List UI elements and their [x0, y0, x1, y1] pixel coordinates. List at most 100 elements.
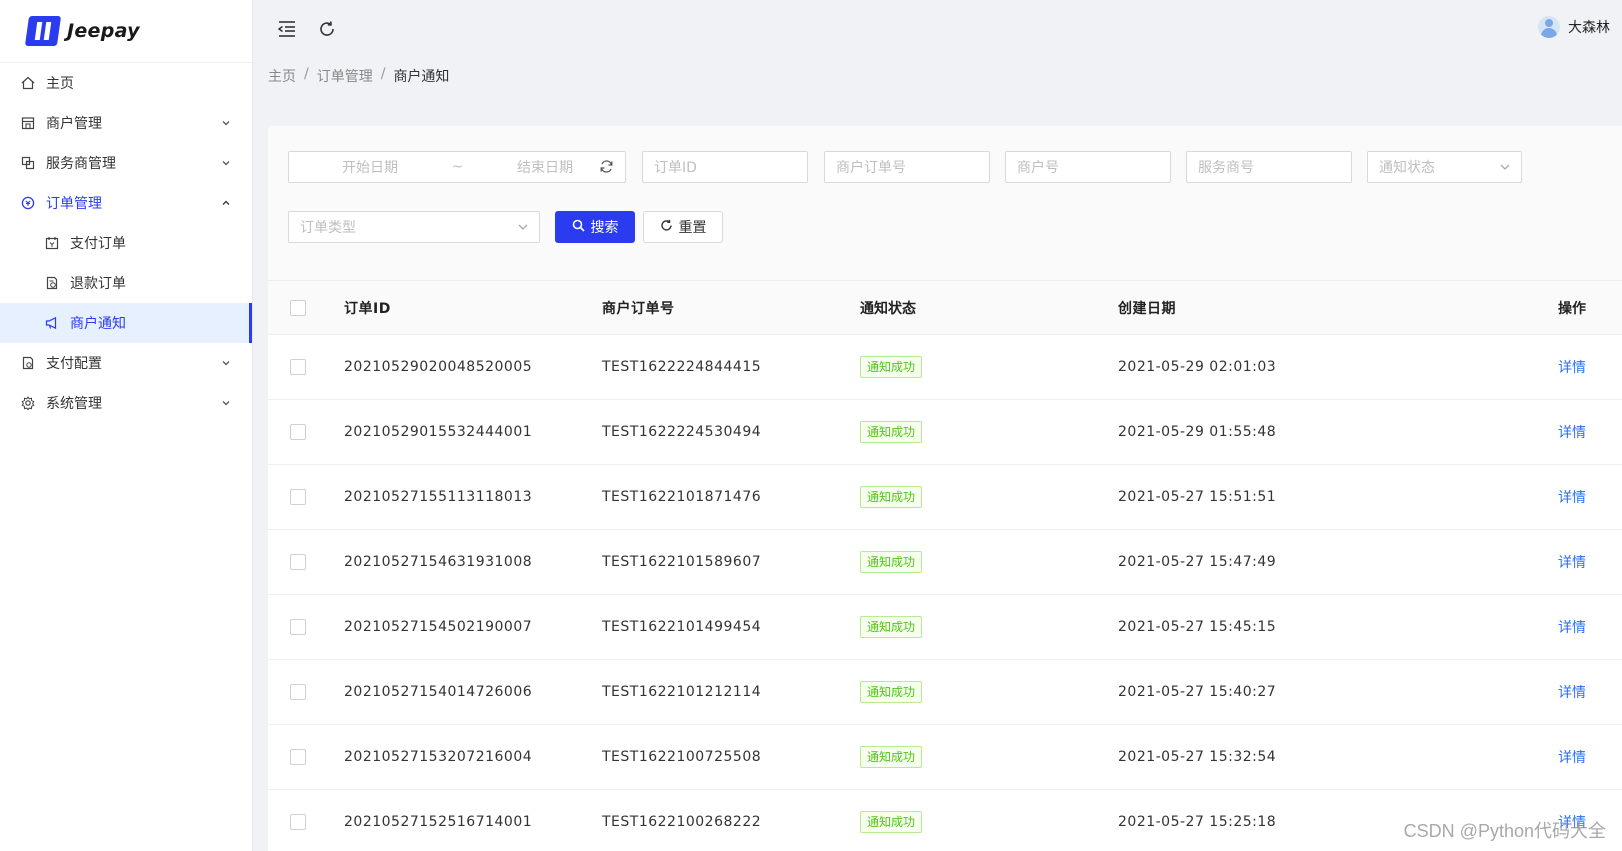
action-cell: 详情: [1518, 422, 1622, 442]
mch-no-placeholder: 商户号: [1017, 160, 1059, 176]
isv-no-input[interactable]: 服务商号: [1186, 151, 1352, 183]
jeepay-logo-icon: [24, 16, 62, 46]
table-body: 20210529020048520005 TEST1622224844415 通知成…: [268, 335, 1622, 851]
row-checkbox-cell: [268, 489, 344, 505]
detail-link[interactable]: 详情: [1558, 425, 1586, 441]
sidebar-item-label: 系统管理: [46, 396, 102, 412]
sidebar-item-isv[interactable]: 服务商管理: [0, 143, 252, 183]
date-range-picker[interactable]: 开始日期 ~ 结束日期: [288, 151, 626, 183]
action-cell: 详情: [1518, 682, 1622, 702]
column-header-order-id: 订单ID: [344, 300, 391, 317]
home-icon: [20, 75, 36, 91]
row-checkbox-cell: [268, 749, 344, 765]
detail-link[interactable]: 详情: [1558, 750, 1586, 766]
search-icon: [572, 219, 585, 236]
gear-icon: [20, 395, 36, 411]
sidebar-item-label: 订单管理: [46, 196, 102, 212]
notify-state-select[interactable]: 通知状态: [1367, 151, 1522, 183]
status-badge: 通知成功: [860, 551, 923, 573]
refresh-icon[interactable]: [315, 17, 339, 41]
created-date-cell: 2021-05-27 15:32:54: [1118, 749, 1277, 765]
action-cell: 详情: [1518, 357, 1622, 377]
sidebar-item-refund-order[interactable]: 退款订单: [0, 263, 252, 303]
breadcrumb-order[interactable]: 订单管理: [317, 66, 373, 86]
column-header-mch-order-no: 商户订单号: [602, 300, 675, 317]
reset-button[interactable]: 重置: [643, 211, 723, 243]
sidebar-item-mch-notify[interactable]: 商户通知: [0, 303, 252, 343]
notify-table: 订单ID 商户订单号 通知状态 创建日期 操作 2021052902004852…: [268, 281, 1622, 851]
status-badge: 通知成功: [860, 681, 923, 703]
config-icon: [20, 355, 36, 371]
row-checkbox[interactable]: [290, 489, 306, 505]
sidebar-item-label: 主页: [46, 76, 74, 92]
detail-link[interactable]: 详情: [1558, 360, 1586, 376]
order-type-select[interactable]: 订单类型: [288, 211, 540, 243]
sidebar-item-merchant[interactable]: 商户管理: [0, 103, 252, 143]
status-cell: 通知成功: [860, 356, 1118, 378]
sidebar-item-label: 商户通知: [70, 316, 126, 332]
chevron-down-icon: [220, 117, 232, 129]
end-date-input[interactable]: 结束日期: [517, 157, 573, 177]
created-date-cell: 2021-05-29 02:01:03: [1118, 359, 1277, 375]
sidebar: Jeepay 主页 商户管理 服务商管理 订单管理 支付订单 退款订单 商户通知…: [0, 0, 253, 851]
row-checkbox-cell: [268, 619, 344, 635]
breadcrumb-separator: /: [380, 66, 386, 82]
sync-icon[interactable]: [599, 159, 614, 178]
chevron-down-icon: [1499, 161, 1511, 177]
row-checkbox[interactable]: [290, 814, 306, 830]
sidebar-item-system[interactable]: 系统管理: [0, 383, 252, 423]
sidebar-item-pay-config[interactable]: 支付配置: [0, 343, 252, 383]
mch-order-no-input[interactable]: 商户订单号: [824, 151, 990, 183]
reload-icon: [660, 219, 673, 236]
mch-order-no-placeholder: 商户订单号: [836, 160, 906, 176]
created-date-cell: 2021-05-27 15:45:15: [1118, 619, 1277, 635]
sidebar-item-label: 支付配置: [46, 356, 102, 372]
status-cell: 通知成功: [860, 681, 1118, 703]
sidebar-item-order[interactable]: 订单管理: [0, 183, 252, 223]
row-checkbox-cell: [268, 424, 344, 440]
status-badge: 通知成功: [860, 616, 923, 638]
sidebar-item-pay-order[interactable]: 支付订单: [0, 223, 252, 263]
mch-order-no-cell: TEST1622100268222: [602, 814, 762, 830]
menu-fold-icon[interactable]: [275, 17, 299, 41]
order-id-input[interactable]: 订单ID: [642, 151, 808, 183]
top-header: 大森林: [253, 0, 1622, 58]
start-date-input[interactable]: 开始日期: [342, 157, 398, 177]
breadcrumb-home[interactable]: 主页: [268, 66, 296, 86]
table-row: 20210527153207216004 TEST1622100725508 通知成…: [268, 725, 1622, 790]
row-checkbox[interactable]: [290, 424, 306, 440]
row-checkbox[interactable]: [290, 359, 306, 375]
chevron-down-icon: [220, 357, 232, 369]
logo[interactable]: Jeepay: [0, 0, 252, 63]
row-checkbox[interactable]: [290, 749, 306, 765]
sidebar-item-home[interactable]: 主页: [0, 63, 252, 103]
table-row: 20210529015532444001 TEST1622224530494 通知成…: [268, 400, 1622, 465]
search-button[interactable]: 搜索: [555, 211, 635, 243]
action-cell: 详情: [1518, 617, 1622, 637]
row-checkbox[interactable]: [290, 684, 306, 700]
row-checkbox[interactable]: [290, 619, 306, 635]
detail-link[interactable]: 详情: [1558, 685, 1586, 701]
detail-link[interactable]: 详情: [1558, 620, 1586, 636]
column-header-status: 通知状态: [860, 300, 916, 317]
detail-link[interactable]: 详情: [1558, 490, 1586, 506]
created-date-cell: 2021-05-27 15:51:51: [1118, 489, 1277, 505]
mch-order-no-cell: TEST1622100725508: [602, 749, 762, 765]
table-row: 20210527154631931008 TEST1622101589607 通知成…: [268, 530, 1622, 595]
order-id-cell: 20210529020048520005: [344, 359, 533, 375]
shop-icon: [20, 115, 36, 131]
sidebar-item-label: 支付订单: [70, 236, 126, 252]
table-header: 订单ID 商户订单号 通知状态 创建日期 操作: [268, 281, 1622, 335]
detail-link[interactable]: 详情: [1558, 555, 1586, 571]
column-header-created: 创建日期: [1118, 300, 1176, 317]
select-all-checkbox[interactable]: [290, 299, 306, 316]
mch-order-no-cell: TEST1622224844415: [602, 359, 762, 375]
row-checkbox[interactable]: [290, 554, 306, 570]
row-checkbox-cell: [268, 684, 344, 700]
action-cell: 详情: [1518, 747, 1622, 767]
status-badge: 通知成功: [860, 746, 923, 768]
mch-no-input[interactable]: 商户号: [1005, 151, 1171, 183]
created-date-cell: 2021-05-27 15:47:49: [1118, 554, 1277, 570]
chevron-up-icon: [220, 197, 232, 209]
user-menu[interactable]: 大森林: [1538, 16, 1610, 38]
